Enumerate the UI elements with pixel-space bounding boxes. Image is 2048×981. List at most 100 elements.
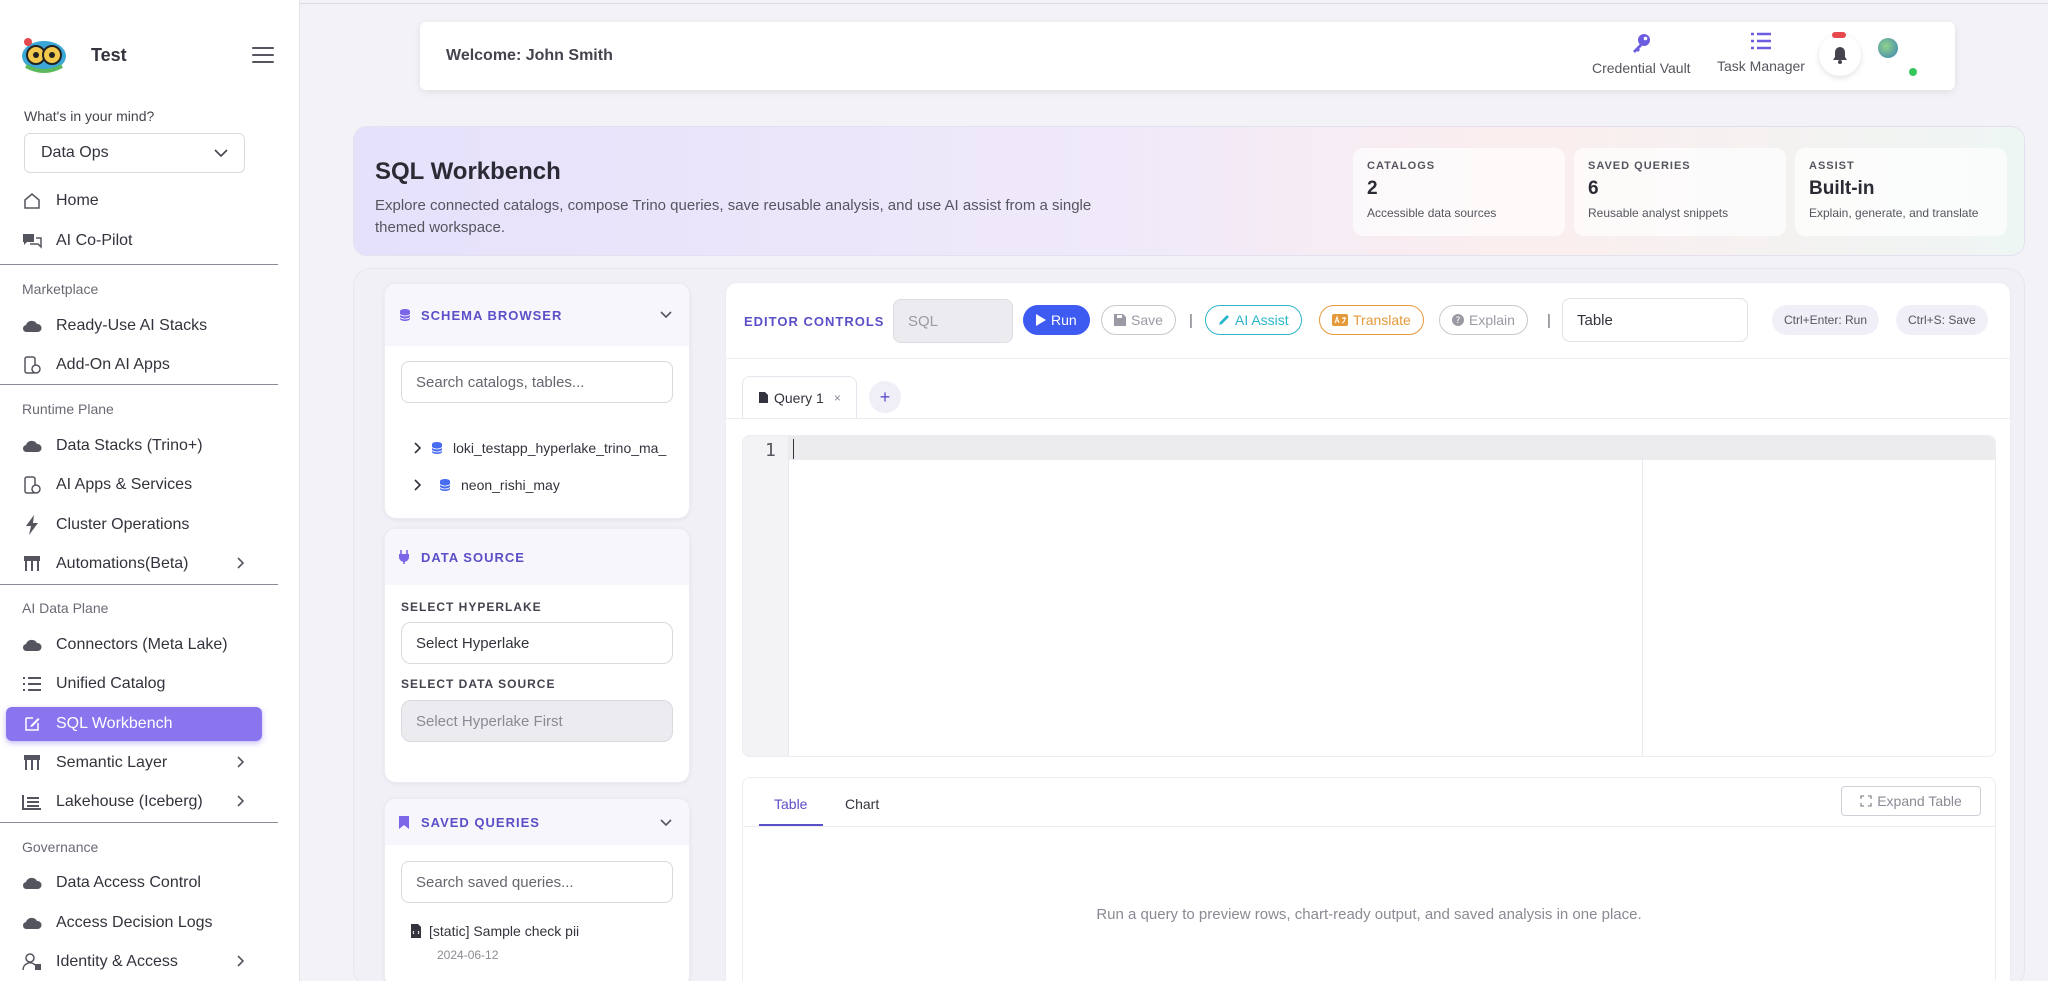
- saved-search-input[interactable]: Search saved queries...: [401, 861, 673, 903]
- close-icon[interactable]: ×: [834, 391, 841, 405]
- stat-sub: Accessible data sources: [1367, 206, 1497, 220]
- run-label: Run: [1051, 312, 1077, 328]
- sidebar-item-label: Access Decision Logs: [56, 914, 213, 931]
- editor-toolbar: EDITOR CONTROLS SQL Run Save | AI Assist…: [726, 283, 2010, 359]
- explain-label: Explain: [1469, 312, 1515, 328]
- sidebar-item-automations[interactable]: Automations(Beta): [6, 547, 262, 581]
- results-empty-message: Run a query to preview rows, chart-ready…: [1096, 906, 1642, 923]
- pencil-icon: [1218, 314, 1230, 326]
- tree-item-catalog[interactable]: neon_rishi_may: [411, 477, 560, 493]
- result-view-select[interactable]: Table: [1562, 298, 1748, 342]
- schema-search-input[interactable]: Search catalogs, tables...: [401, 361, 673, 403]
- sidebar-item-sql-workbench[interactable]: SQL Workbench: [6, 707, 262, 741]
- avatar[interactable]: [1878, 38, 1898, 58]
- tab-query-1[interactable]: Query 1 ×: [742, 376, 857, 418]
- page-description: Explore connected catalogs, compose Trin…: [375, 197, 1092, 236]
- sidebar-item-cluster-ops[interactable]: Cluster Operations: [6, 508, 262, 542]
- active-line: [789, 436, 1995, 460]
- file-code-icon: [411, 924, 421, 938]
- schema-browser-panel: SCHEMA BROWSER Search catalogs, tables..…: [384, 283, 690, 519]
- sql-editor[interactable]: 1: [742, 435, 1996, 757]
- chevron-right-icon: [237, 795, 245, 807]
- task-manager-button[interactable]: Task Manager: [1717, 32, 1805, 74]
- mind-select[interactable]: Data Ops: [24, 133, 245, 173]
- select-data-source-dropdown[interactable]: Select Hyperlake First: [401, 700, 673, 742]
- tab-results-table[interactable]: Table: [774, 796, 807, 812]
- welcome-text: Welcome: John Smith: [446, 47, 613, 64]
- sidebar-item-unified-catalog[interactable]: Unified Catalog: [6, 667, 262, 701]
- tree-item-label: neon_rishi_may: [461, 477, 560, 493]
- sidebar-item-identity[interactable]: Identity & Access: [6, 945, 262, 979]
- hero-banner: SQL Workbench Explore connected catalogs…: [353, 126, 2025, 256]
- sidebar-item-label: Home: [56, 192, 99, 209]
- section-label-governance: Governance: [22, 839, 99, 855]
- run-button[interactable]: Run: [1023, 305, 1090, 335]
- add-tab-button[interactable]: +: [869, 381, 901, 413]
- schema-browser-header[interactable]: SCHEMA BROWSER: [385, 284, 689, 346]
- brand-logo-icon: [22, 38, 66, 73]
- language-select[interactable]: SQL: [893, 299, 1013, 343]
- sidebar-item-addon[interactable]: Add-On AI Apps: [6, 348, 262, 382]
- ai-assist-button[interactable]: AI Assist: [1205, 305, 1302, 335]
- floppy-icon: [1114, 314, 1126, 326]
- sidebar-item-label: Add-On AI Apps: [56, 356, 170, 373]
- save-button[interactable]: Save: [1101, 305, 1176, 335]
- database-icon: [399, 308, 413, 322]
- sidebar-item-label: Connectors (Meta Lake): [56, 636, 228, 653]
- edit-icon: [22, 714, 42, 734]
- saved-queries-title: SAVED QUERIES: [421, 814, 540, 830]
- expand-icon: [1860, 795, 1872, 807]
- chevron-right-icon: [237, 557, 245, 569]
- stat-card-saved-queries: SAVED QUERIES 6 Reusable analyst snippet…: [1574, 148, 1786, 236]
- brand[interactable]: Test: [20, 36, 127, 74]
- chevron-down-icon[interactable]: [659, 308, 673, 322]
- saved-query-date: 2024-06-12: [437, 948, 499, 962]
- play-icon: [1036, 314, 1046, 326]
- translate-label: Translate: [1353, 312, 1411, 328]
- select-hyperlake-label: SELECT HYPERLAKE: [401, 600, 542, 614]
- chevron-down-icon[interactable]: [659, 816, 673, 830]
- line-number: 1: [765, 440, 776, 461]
- tree-item-catalog[interactable]: loki_testapp_hyperlake_trino_ma_: [411, 440, 666, 456]
- tab-label: Query 1: [774, 389, 824, 406]
- notification-badge: [1832, 32, 1846, 38]
- top-border: [300, 3, 2048, 4]
- editor-panel: EDITOR CONTROLS SQL Run Save | AI Assist…: [725, 282, 2011, 981]
- saved-queries-header[interactable]: SAVED QUERIES: [385, 799, 689, 845]
- menu-toggle-icon[interactable]: [252, 47, 274, 63]
- sidebar-item-data-stacks[interactable]: Data Stacks (Trino+): [6, 429, 262, 463]
- sidebar-item-data-access[interactable]: Data Access Control: [6, 866, 262, 900]
- data-source-panel: DATA SOURCE SELECT HYPERLAKE Select Hype…: [384, 528, 690, 783]
- sidebar-item-semantic-layer[interactable]: Semantic Layer: [6, 746, 262, 780]
- sidebar-item-ready-use[interactable]: Ready-Use AI Stacks: [6, 309, 262, 343]
- translate-button[interactable]: Translate: [1319, 305, 1424, 335]
- expand-table-button[interactable]: Expand Table: [1841, 786, 1981, 816]
- select-hyperlake-dropdown[interactable]: Select Hyperlake: [401, 622, 673, 664]
- app-clock-icon: [22, 355, 42, 375]
- sidebar-item-home[interactable]: Home: [6, 184, 262, 218]
- save-label: Save: [1131, 312, 1163, 328]
- stat-card-assist: ASSIST Built-in Explain, generate, and t…: [1795, 148, 2007, 236]
- sidebar-item-label: Semantic Layer: [56, 754, 168, 771]
- notifications-button[interactable]: [1819, 32, 1861, 76]
- hierarchy-icon: [22, 554, 42, 574]
- top-header: Welcome: John Smith Credential Vault Tas…: [420, 22, 1955, 90]
- divider: [0, 384, 278, 385]
- mind-label: What's in your mind?: [24, 108, 155, 124]
- shortcut-hint-run: Ctrl+Enter: Run: [1772, 305, 1880, 335]
- shortcut-hint-save: Ctrl+S: Save: [1896, 305, 1988, 335]
- saved-query-item[interactable]: [static] Sample check pii: [411, 923, 579, 939]
- credential-vault-button[interactable]: Credential Vault: [1592, 32, 1691, 76]
- sidebar-item-access-logs[interactable]: Access Decision Logs: [6, 906, 262, 940]
- sidebar-item-connectors[interactable]: Connectors (Meta Lake): [6, 628, 262, 662]
- tab-results-chart[interactable]: Chart: [845, 796, 879, 812]
- chat-icon: [22, 231, 42, 251]
- schema-browser-title: SCHEMA BROWSER: [421, 307, 563, 323]
- ai-assist-label: AI Assist: [1235, 312, 1289, 328]
- sidebar-item-ai-apps[interactable]: AI Apps & Services: [6, 468, 262, 502]
- explain-button[interactable]: ? Explain: [1439, 305, 1528, 335]
- sidebar-item-copilot[interactable]: AI Co-Pilot: [6, 224, 262, 258]
- sidebar-item-label: Automations(Beta): [56, 555, 189, 572]
- svg-text:?: ?: [1456, 316, 1461, 326]
- sidebar-item-lakehouse[interactable]: Lakehouse (Iceberg): [6, 785, 262, 819]
